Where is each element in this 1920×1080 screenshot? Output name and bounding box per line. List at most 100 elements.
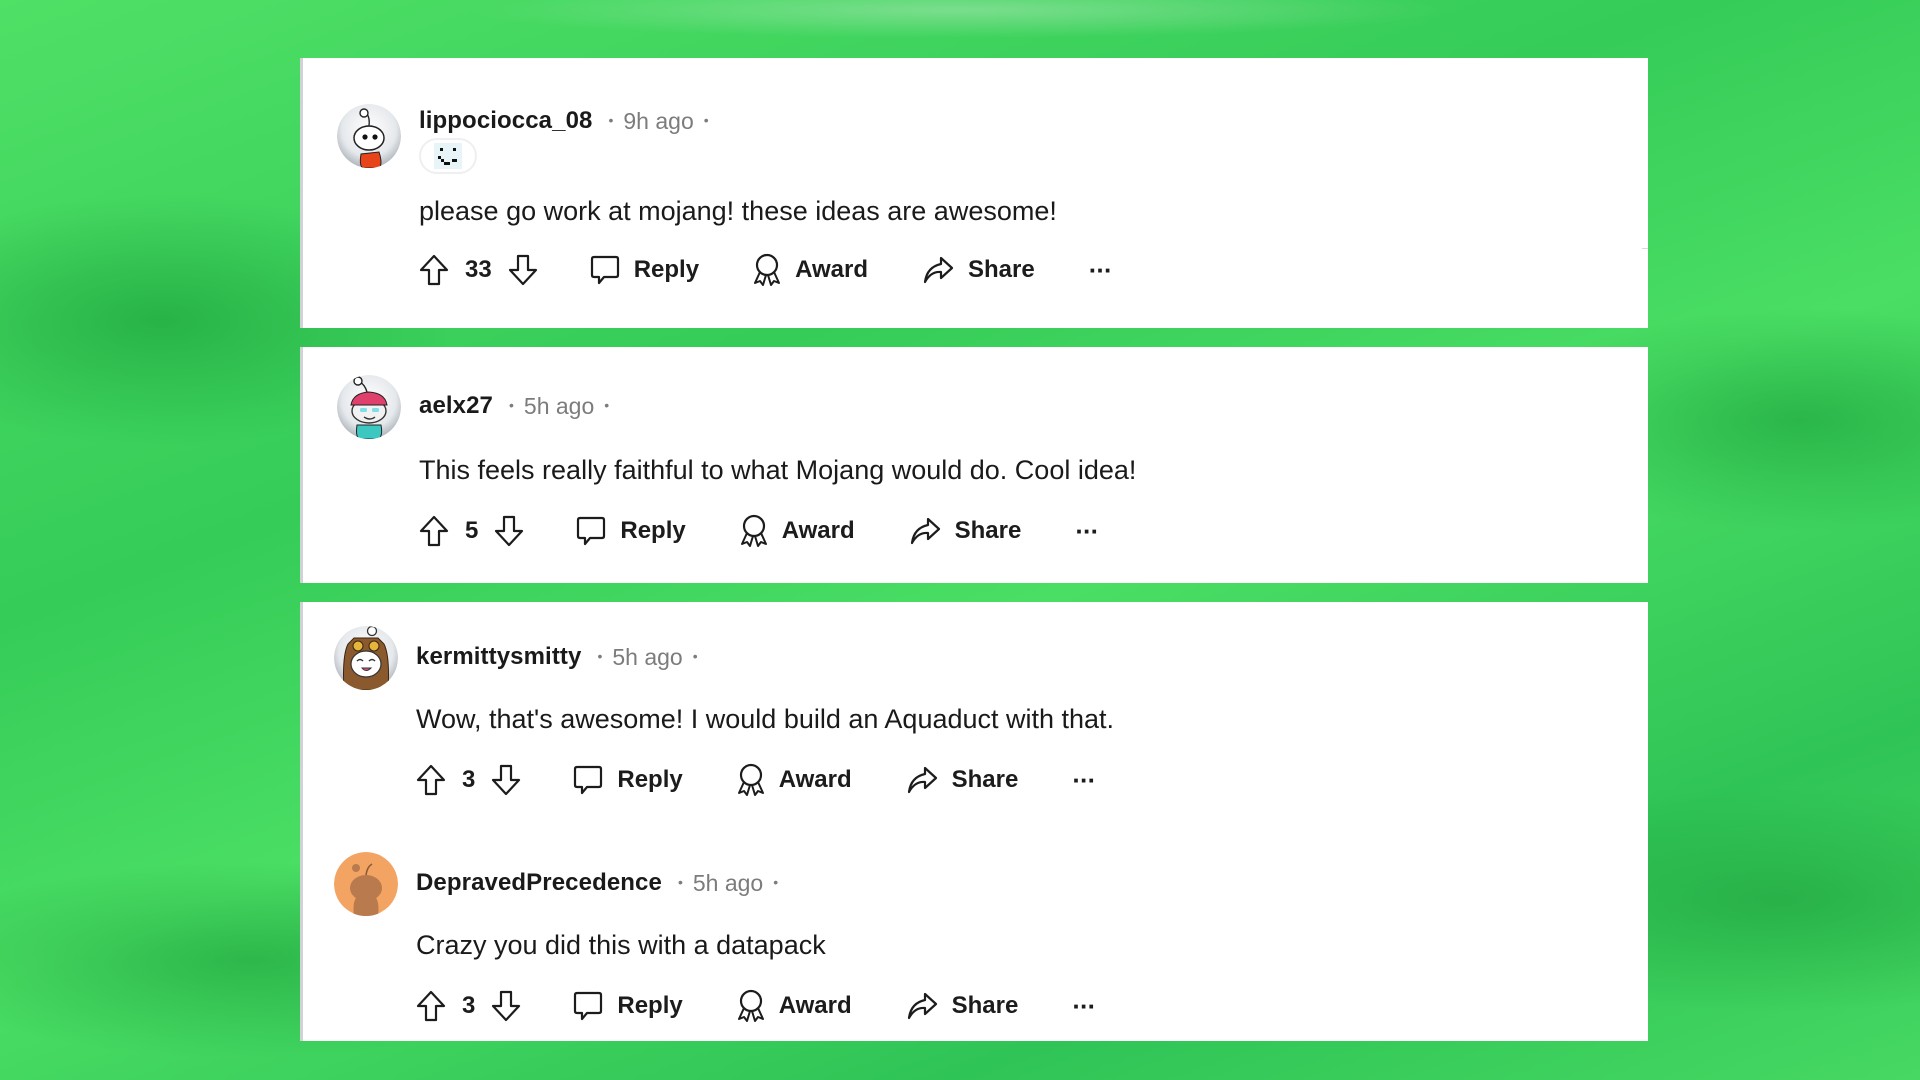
comment-bubble-icon [574, 765, 603, 795]
award-button[interactable]: Award [735, 989, 852, 1023]
snoo-orange-hoodie-avatar-icon [337, 104, 401, 168]
reply-label: Reply [617, 992, 683, 1019]
user-avatar[interactable] [337, 104, 401, 168]
comment-text: This feels really faithful to what Mojan… [419, 455, 1137, 485]
share-button[interactable]: Share [922, 255, 1035, 285]
reply-label: Reply [633, 256, 700, 283]
share-arrow-icon [910, 517, 940, 545]
upvote-arrow-icon [419, 515, 449, 547]
comment-card: aelx27 • 5h ago • This feels really fait… [300, 347, 1648, 583]
award-label: Award [795, 256, 868, 283]
award-ribbon-icon [737, 989, 764, 1022]
snoo-pink-beanie-avatar-icon [337, 375, 401, 439]
award-ribbon-icon [754, 253, 781, 286]
share-button[interactable]: Share [909, 516, 1022, 546]
separator: • [703, 112, 709, 128]
comment: kermittysmitty • 5h ago • Wow, that's aw… [334, 626, 1648, 816]
comment-meta: aelx27 • 5h ago • [419, 389, 619, 423]
more-options-button[interactable]: ··· [1072, 991, 1096, 1022]
award-button[interactable]: Award [751, 253, 868, 287]
downvote-button[interactable] [491, 990, 521, 1022]
reply-button[interactable]: Reply [573, 990, 683, 1022]
comment-actions: 3 Reply Award Share ··· [416, 986, 1096, 1026]
comment-text: please go work at mojang! these ideas ar… [419, 196, 1057, 226]
upvote-button[interactable] [419, 515, 449, 547]
comment-actions: 3 Reply Award Share ··· [416, 760, 1096, 800]
username[interactable]: kermittysmitty [416, 643, 581, 671]
pixel-smiley-icon [434, 143, 462, 169]
vote-score: 3 [462, 766, 476, 793]
downvote-button[interactable] [491, 764, 521, 796]
separator: • [773, 874, 779, 890]
upvote-button[interactable] [419, 254, 449, 286]
comment-text: Wow, that's awesome! I would build an Aq… [416, 704, 1115, 734]
share-button[interactable]: Share [906, 765, 1018, 795]
username[interactable]: lippociocca_08 [419, 107, 592, 135]
downvote-button[interactable] [494, 515, 524, 547]
comment-bubble-icon [577, 516, 606, 546]
timestamp[interactable]: 5h ago [693, 870, 763, 897]
award-label: Award [778, 992, 852, 1019]
share-arrow-icon [907, 766, 937, 794]
upvote-arrow-icon [419, 254, 449, 286]
vote-score: 33 [465, 256, 492, 283]
separator: • [604, 397, 610, 413]
comment-bubble-icon [590, 255, 619, 285]
separator: • [677, 874, 683, 890]
separator: • [608, 112, 614, 128]
snoo-owl-costume-avatar-icon [334, 626, 398, 690]
upvote-button[interactable] [416, 764, 446, 796]
more-options-button[interactable]: ··· [1072, 765, 1096, 796]
upvote-arrow-icon [416, 764, 446, 796]
separator: • [509, 397, 514, 413]
downvote-arrow-icon [508, 254, 537, 286]
user-flair [419, 138, 477, 174]
comment-card: lippociocca_08 • 9h ago • please go work… [300, 58, 1648, 328]
award-ribbon-icon [740, 514, 767, 547]
award-ribbon-icon [737, 763, 764, 796]
share-button[interactable]: Share [906, 991, 1019, 1021]
downvote-button[interactable] [508, 254, 538, 286]
timestamp[interactable]: 5h ago [612, 644, 682, 671]
user-avatar[interactable] [334, 852, 398, 916]
downvote-arrow-icon [492, 990, 521, 1022]
reply-button[interactable]: Reply [590, 254, 699, 286]
reply-button[interactable]: Reply [573, 764, 683, 796]
share-arrow-icon [923, 256, 954, 284]
downvote-arrow-icon [495, 515, 524, 547]
share-label: Share [967, 256, 1035, 283]
reply-button[interactable]: Reply [576, 515, 686, 547]
comment-meta: DepravedPrecedence • 5h ago • [416, 866, 788, 900]
share-label: Share [951, 992, 1019, 1019]
user-avatar[interactable] [334, 626, 398, 690]
comment-text: Crazy you did this with a datapack [416, 930, 826, 960]
username[interactable]: aelx27 [419, 392, 493, 420]
timestamp[interactable]: 5h ago [524, 393, 594, 420]
downvote-arrow-icon [492, 764, 521, 796]
separator: • [597, 648, 603, 664]
reply-label: Reply [617, 766, 683, 793]
comment-card: kermittysmitty • 5h ago • Wow, that's aw… [300, 602, 1648, 1041]
comment-bubble-icon [574, 991, 603, 1021]
vote-score: 3 [462, 992, 476, 1019]
upvote-button[interactable] [416, 990, 446, 1022]
reply-label: Reply [620, 517, 686, 544]
vote-score: 5 [465, 517, 479, 544]
comment: aelx27 • 5h ago • This feels really fait… [337, 375, 1648, 575]
share-arrow-icon [907, 992, 937, 1020]
award-button[interactable]: Award [738, 514, 855, 548]
upvote-arrow-icon [416, 990, 446, 1022]
user-avatar[interactable] [337, 375, 401, 439]
timestamp[interactable]: 9h ago [623, 108, 693, 135]
snoo-default-orange-avatar-icon [334, 852, 398, 916]
award-button[interactable]: Award [735, 763, 852, 797]
comment-actions: 5 Reply Award Share ··· [419, 511, 1099, 551]
comment-meta: lippociocca_08 • 9h ago • [419, 106, 719, 136]
more-options-button[interactable]: ··· [1075, 516, 1099, 547]
username[interactable]: DepravedPrecedence [416, 869, 662, 897]
comment-actions: 33 Reply Award Share ··· [419, 250, 1113, 290]
more-options-button[interactable]: ··· [1089, 255, 1113, 286]
award-label: Award [778, 766, 852, 793]
award-label: Award [781, 517, 855, 544]
share-label: Share [954, 517, 1022, 544]
